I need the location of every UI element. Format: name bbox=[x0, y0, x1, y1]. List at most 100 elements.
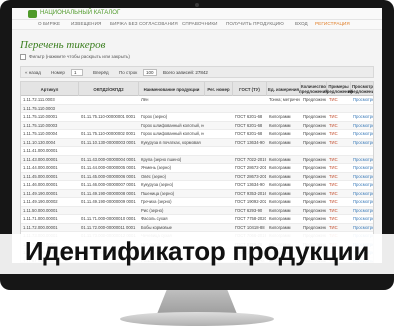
table-header: Артикул ОКПД2/ОКПД2 Наименование продукц… bbox=[21, 82, 373, 96]
logo-text: НАЦИОНАЛЬНЫЙ КАТАЛОГ bbox=[40, 10, 121, 16]
cell-article: 1.11.41.000.00001 bbox=[23, 148, 58, 153]
filter-toggle[interactable]: Фильтр (нажмите чтобы раскрыть или закры… bbox=[20, 54, 374, 62]
column-header-article[interactable]: Артикул bbox=[21, 82, 79, 96]
cell-article: 1.11.72.000.00001 bbox=[23, 224, 58, 230]
column-header-okpd[interactable]: ОКПД2/ОКПД2 bbox=[79, 82, 139, 96]
cell-offer-example: ТИС bbox=[329, 216, 338, 221]
cell-view-offers[interactable]: Просмотреть bbox=[353, 97, 373, 102]
column-header-view-offers[interactable]: Просмотр предложений bbox=[348, 82, 373, 96]
cell-gost: ГОСТ 10418-88 bbox=[235, 224, 265, 230]
cell-view-offers[interactable]: Просмотреть bbox=[353, 165, 373, 170]
table-row[interactable]: 1.11.44.000.00001 01.11.44.000-00000005 0… bbox=[21, 164, 373, 173]
cell-unit: Килограмм bbox=[269, 114, 291, 119]
cell-view-offers[interactable]: Просмотреть bbox=[353, 131, 373, 136]
table-row[interactable]: 1.11.71.000.00001 01.11.71.000-00000010 0… bbox=[21, 215, 373, 224]
column-header-offers-count[interactable]: Количество предложений bbox=[299, 82, 328, 96]
cell-view-offers[interactable]: Просмотреть bbox=[353, 191, 373, 196]
per-page-input[interactable]: 100 bbox=[143, 69, 157, 76]
back-button[interactable]: « назад bbox=[25, 70, 41, 75]
table-row[interactable]: 1.11.50.000.00001 Рис (зерно) ГОСТ 6293-90… bbox=[21, 206, 373, 215]
cell-view-offers[interactable]: Просмотреть bbox=[353, 114, 373, 119]
cell-offer-example: ТИС bbox=[329, 139, 338, 145]
table-row[interactable]: 1.11.45.000.00001 01.11.45.000-00000006 0… bbox=[21, 172, 373, 181]
cell-okpd: 01.11.71.000-00000010 0001 bbox=[81, 216, 136, 221]
cell-gost: ГОСТ 6201-68 bbox=[235, 131, 263, 136]
cell-article: 1.11.44.000.00001 bbox=[23, 165, 58, 170]
cell-name: Кукуруза (зерно) bbox=[141, 182, 174, 187]
cell-name: Горох шлифованный колотый, не менее втор… bbox=[141, 131, 204, 136]
table-row[interactable]: 1.11.49.190.00002 01.11.49.190-00000009 0… bbox=[21, 198, 373, 207]
cell-okpd: 01.11.75.110-00000002 0001 bbox=[81, 131, 136, 136]
cell-article: 1.11.75.110.00004 bbox=[23, 131, 58, 136]
top-bar: НАЦИОНАЛЬНЫЙ КАТАЛОГ bbox=[12, 8, 382, 20]
nav-item-login[interactable]: ВХОД bbox=[295, 21, 308, 26]
cell-view-offers[interactable]: Просмотреть bbox=[353, 225, 373, 230]
cell-gost: ГОСТ 6201-68 bbox=[235, 122, 263, 128]
cell-gost: ГОСТ 13634-90 bbox=[235, 182, 265, 187]
table-row[interactable]: 1.11.41.000.00001 bbox=[21, 147, 373, 156]
table-row[interactable]: 1.11.43.000.00001 01.11.43.000-00000004 0… bbox=[21, 155, 373, 164]
cell-article: 1.11.50.000.00001 bbox=[23, 207, 58, 213]
cell-okpd: 01.11.46.000-00000007 0001 bbox=[81, 182, 136, 187]
cell-okpd: 01.11.44.000-00000005 0001 bbox=[81, 165, 136, 170]
cell-okpd: 01.11.72.000-00000011 0001 bbox=[81, 224, 136, 230]
table-row[interactable]: 1.11.49.190.00001 01.11.49.190-00000008 0… bbox=[21, 189, 373, 198]
cell-offers-count: Предложений: 5 bbox=[303, 156, 326, 162]
nav-item-exchange[interactable]: БИРЖА БЕЗ СОГЛАСОВАНИЯ bbox=[110, 21, 178, 26]
cell-gost: ГОСТ 13634-90 bbox=[235, 139, 265, 145]
cell-unit: Килограмм bbox=[269, 131, 291, 136]
cell-view-offers[interactable]: Просмотреть bbox=[353, 199, 373, 204]
cell-name: Горох (зерно) bbox=[141, 114, 168, 119]
cell-view-offers[interactable]: Просмотреть bbox=[353, 182, 373, 187]
cell-offers-count: Предложений: 17 bbox=[303, 139, 326, 145]
table-row[interactable]: 1.11.72.000.00001 01.11.72.000-00000011 0… bbox=[21, 223, 373, 232]
cell-offers-count: Предложений: 1 bbox=[303, 97, 326, 102]
cell-view-offers[interactable]: Просмотреть bbox=[353, 140, 373, 145]
logo-icon bbox=[28, 10, 37, 18]
cell-name: Фасоль сухая bbox=[141, 216, 168, 221]
nav-item-get-products[interactable]: ПОЛУЧИТЬ ПРОДУКЦИЮ bbox=[226, 21, 284, 26]
cell-offer-example: ТИС bbox=[329, 122, 338, 128]
table-row[interactable]: 1.11.75.110.00003 Горох шлифованный колот… bbox=[21, 121, 373, 130]
cell-name: Ячмень (зерно) bbox=[141, 165, 172, 170]
column-header-unit[interactable]: Ед. измерения bbox=[267, 82, 301, 96]
table-row[interactable]: 1.11.75.110.00001 01.11.75.110-00000001 0… bbox=[21, 113, 373, 122]
column-header-name[interactable]: Наименование продукции bbox=[139, 82, 205, 96]
column-header-gost[interactable]: ГОСТ (ТУ) bbox=[233, 82, 267, 96]
cell-offer-example: ТИС bbox=[329, 190, 338, 196]
nav-item-directories[interactable]: СПРАВОЧНИКИ bbox=[182, 21, 218, 26]
cell-offer-example: ТИС bbox=[329, 114, 338, 119]
cell-unit: Тонна; метрическая тонна (1000 кг) bbox=[269, 97, 300, 102]
page-title: Перечень тикеров bbox=[20, 39, 106, 51]
table-row[interactable]: 1.11.72.111.0003 Лён Тонна; метрическая то… bbox=[21, 96, 373, 105]
cell-name: Лён bbox=[141, 97, 149, 102]
cell-offer-example: ТИС bbox=[329, 182, 338, 187]
cell-gost: ГОСТ 19092-2021 bbox=[235, 199, 266, 204]
screen: НАЦИОНАЛЬНЫЙ КАТАЛОГ О БИРЖЕ ИЗВЕЩЕНИЯ Б… bbox=[12, 8, 382, 263]
cell-view-offers[interactable]: Просмотреть bbox=[353, 174, 373, 179]
table-row[interactable]: 1.11.46.000.00001 01.11.46.000-00000007 0… bbox=[21, 181, 373, 190]
forward-button[interactable]: Вперёд bbox=[93, 70, 109, 75]
table-row[interactable]: 1.11.10.130.0004 01.11.10.130-00000003 00… bbox=[21, 138, 373, 147]
nav-item-notices[interactable]: ИЗВЕЩЕНИЯ bbox=[71, 21, 101, 26]
cell-name: Бобы кормовые bbox=[141, 224, 172, 230]
cell-article: 1.11.49.190.00001 bbox=[23, 190, 58, 196]
cell-okpd: 01.11.10.130-00000003 0001 bbox=[81, 139, 136, 145]
nav-item-about[interactable]: О БИРЖЕ bbox=[38, 21, 60, 26]
pagination-toolbar: « назад Номер 1 Вперёд По строк 100 Всег… bbox=[20, 66, 374, 78]
nav-item-register[interactable]: РЕГИСТРАЦИЯ bbox=[315, 21, 350, 26]
cell-offers-count: Предложений: 1 bbox=[303, 131, 326, 136]
table-row[interactable]: 1.11.75.110.00004 01.11.75.110-00000002 0… bbox=[21, 130, 373, 139]
cell-article: 1.11.49.190.00002 bbox=[23, 199, 58, 204]
cell-view-offers[interactable]: Просмотреть bbox=[353, 208, 373, 213]
table-row[interactable]: 1.11.75.110.0003 bbox=[21, 104, 373, 113]
cell-view-offers[interactable]: Просмотреть bbox=[353, 123, 373, 128]
filter-checkbox[interactable] bbox=[20, 54, 26, 60]
cell-view-offers[interactable]: Просмотреть bbox=[353, 216, 373, 221]
cell-unit: Килограмм bbox=[269, 199, 291, 204]
cell-gost: ГОСТ 6201-68 bbox=[235, 114, 263, 119]
page-number-input[interactable]: 1 bbox=[71, 69, 83, 76]
cell-offers-count: Предложений: 2 bbox=[303, 207, 326, 213]
column-header-reg-number[interactable]: Рег. номер bbox=[205, 82, 233, 96]
cell-view-offers[interactable]: Просмотреть bbox=[353, 157, 373, 162]
